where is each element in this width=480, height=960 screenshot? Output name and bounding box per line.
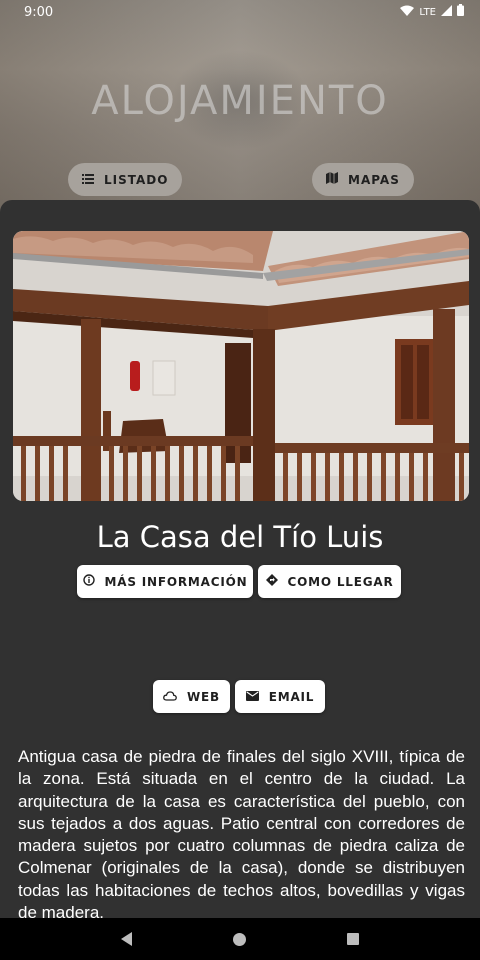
listado-label: LISTADO	[104, 172, 169, 187]
status-bar: 9:00 LTE	[0, 0, 480, 24]
battery-icon	[457, 4, 464, 20]
more-info-label: MÁS INFORMACIÓN	[104, 574, 248, 589]
more-info-button[interactable]: MÁS INFORMACIÓN	[77, 565, 253, 598]
directions-label: COMO LLEGAR	[287, 574, 394, 589]
listado-button[interactable]: LISTADO	[68, 163, 183, 196]
directions-icon	[265, 574, 278, 589]
home-icon[interactable]	[232, 932, 246, 946]
header-banner: ALOJAMIENTO LISTADO MAPAS	[0, 0, 480, 230]
status-time: 9:00	[24, 4, 54, 20]
web-button[interactable]: WEB	[153, 680, 230, 713]
mapas-label: MAPAS	[348, 172, 400, 187]
system-nav-bar	[0, 918, 480, 960]
map-icon	[326, 172, 338, 187]
cloud-icon	[163, 690, 177, 704]
email-button[interactable]: EMAIL	[235, 680, 325, 713]
recents-icon[interactable]	[347, 933, 360, 945]
page-title: ALOJAMIENTO	[91, 78, 389, 124]
place-description: Antigua casa de piedra de finales del si…	[18, 747, 465, 918]
web-label: WEB	[187, 689, 220, 704]
accommodation-photo	[13, 231, 469, 501]
mapas-button[interactable]: MAPAS	[312, 163, 414, 196]
email-label: EMAIL	[268, 689, 315, 704]
directions-button[interactable]: COMO LLEGAR	[258, 565, 401, 598]
list-icon	[82, 173, 94, 187]
email-icon	[245, 690, 259, 704]
back-icon[interactable]	[120, 932, 132, 946]
place-name: La Casa del Tío Luis	[96, 520, 384, 554]
signal-icon	[441, 4, 452, 20]
network-type: LTE	[419, 6, 436, 18]
accommodation-card: La Casa del Tío Luis MÁS INFORMACIÓN COM…	[0, 200, 480, 918]
info-icon	[82, 574, 95, 589]
wifi-icon	[400, 5, 415, 20]
